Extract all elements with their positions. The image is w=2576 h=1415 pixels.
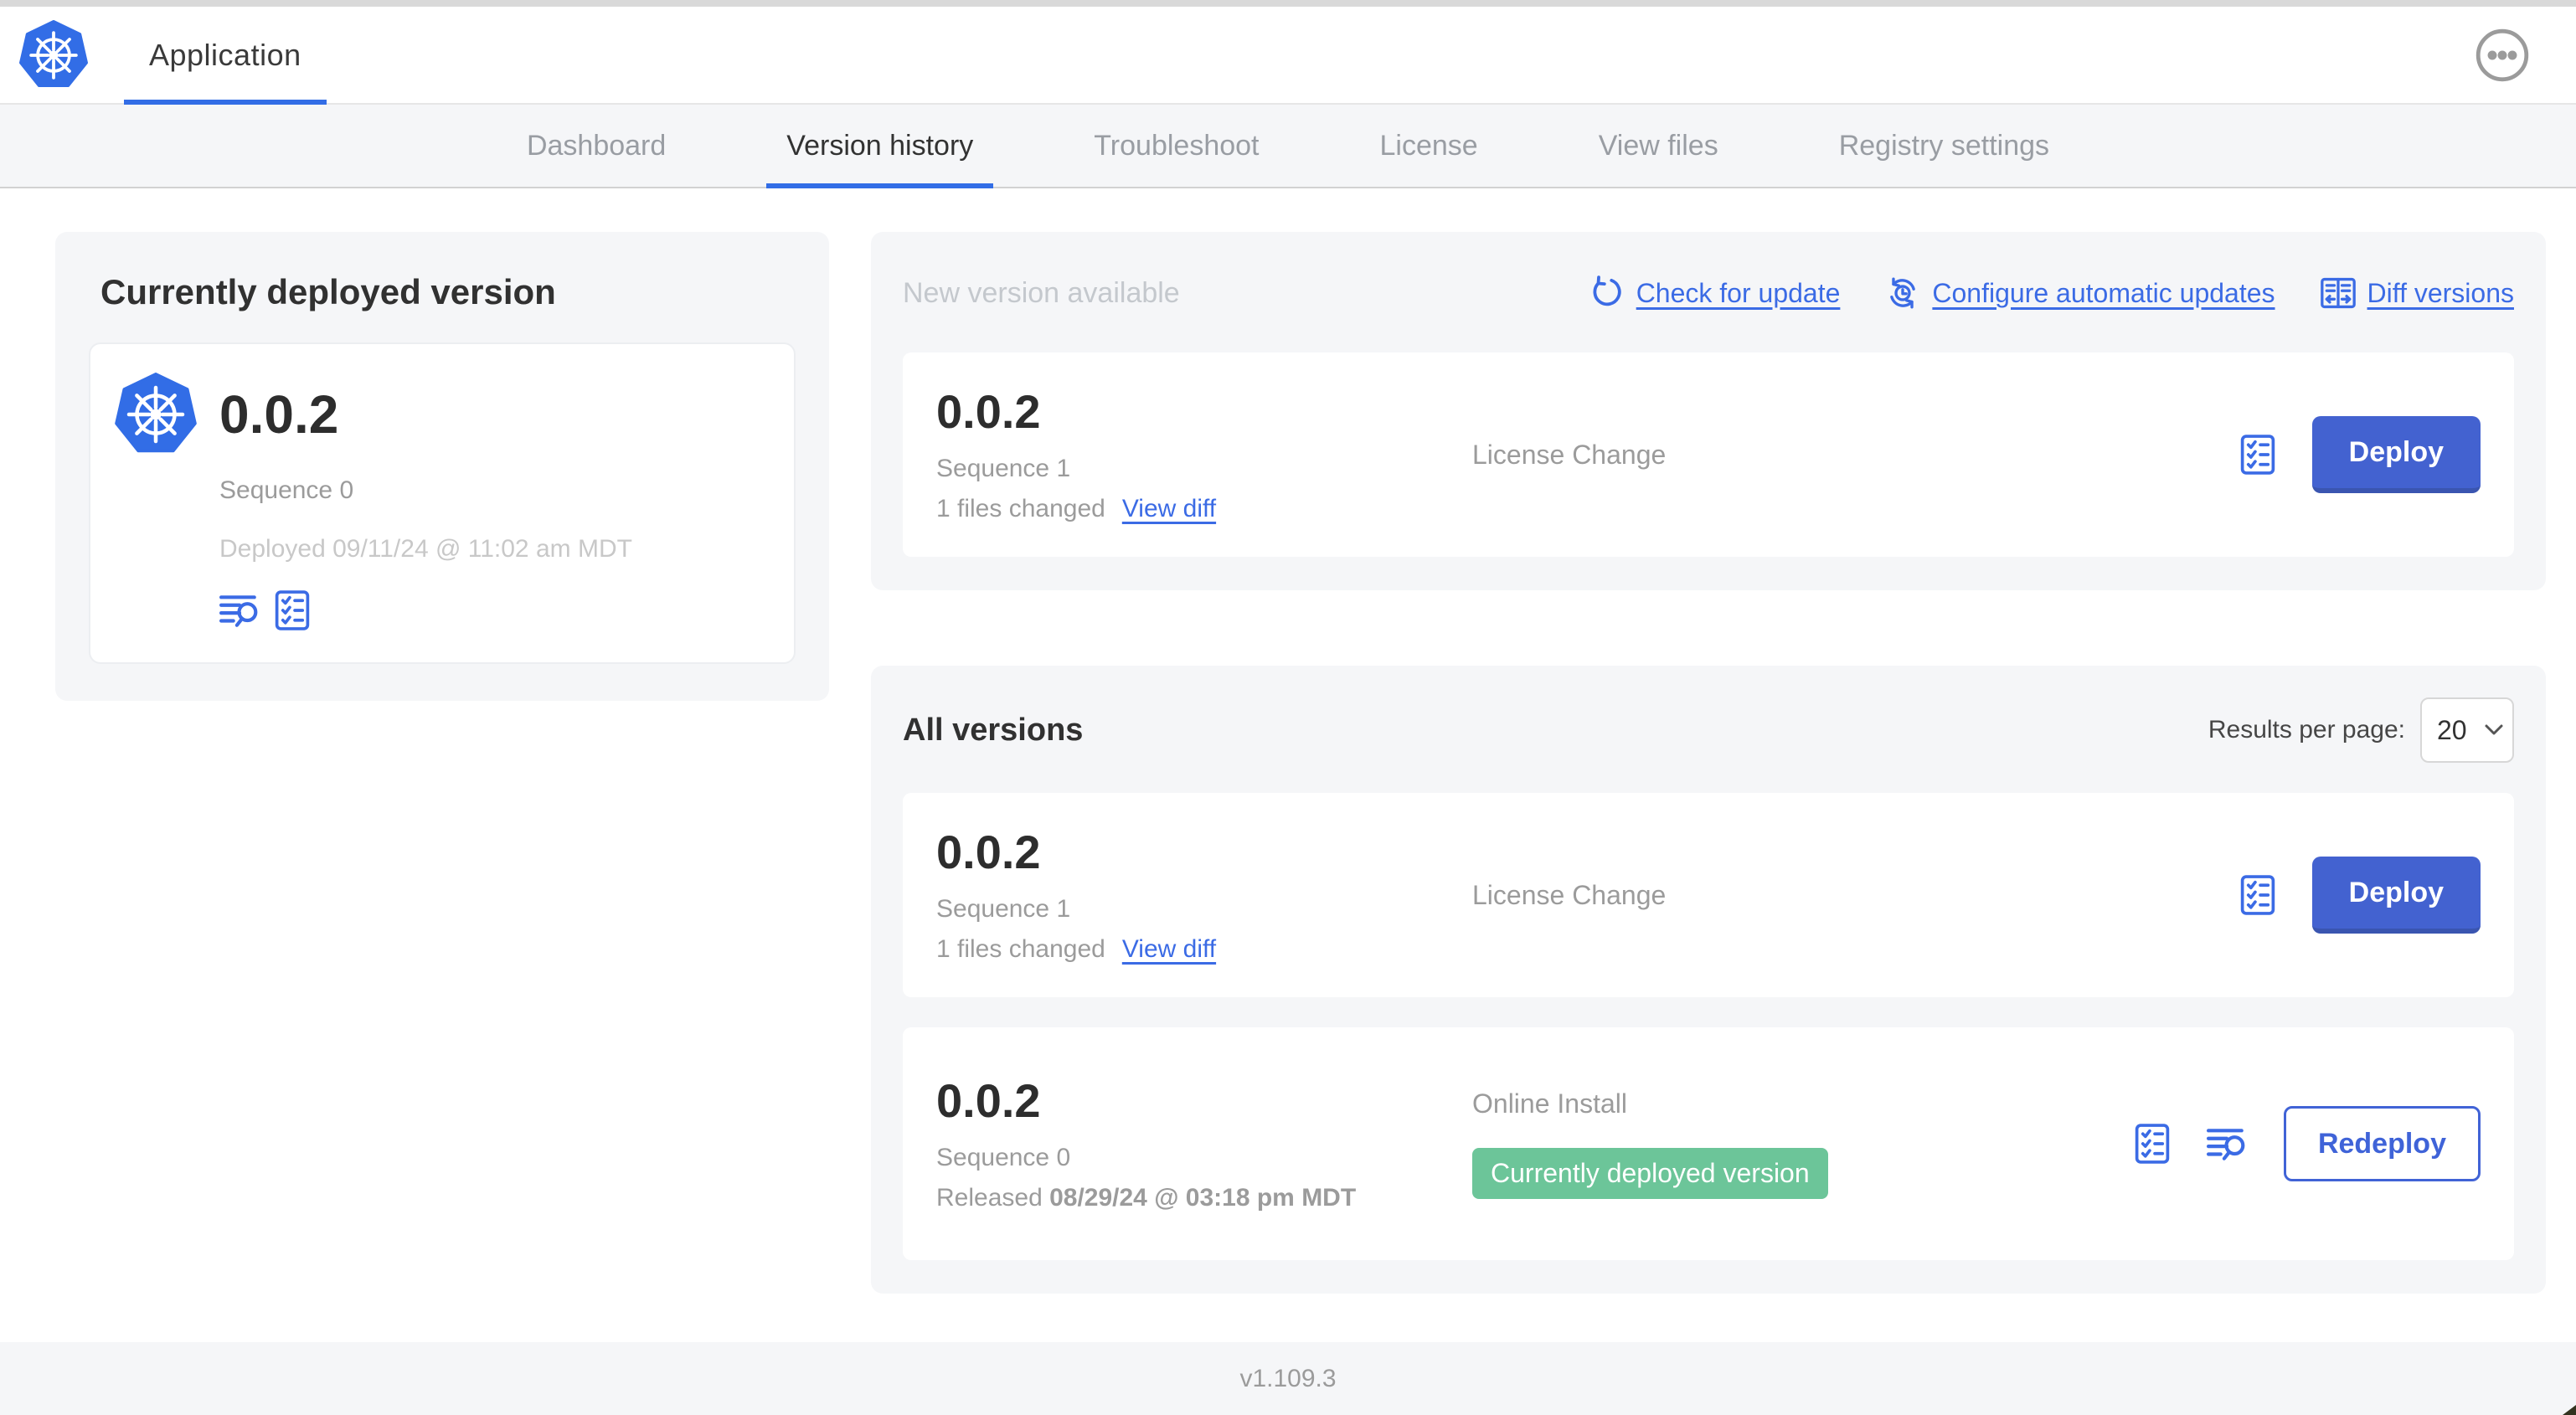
currently-deployed-badge: Currently deployed version <box>1472 1148 1828 1199</box>
app-tab[interactable]: Application <box>124 7 327 105</box>
version-history-page: Application Dashboard Version history Tr… <box>0 0 2576 1415</box>
results-per-page-select[interactable]: 20 <box>2420 697 2514 763</box>
version-actions: Redeploy <box>2135 1106 2481 1181</box>
app-subnav: Dashboard Version history Troubleshoot L… <box>0 105 2576 188</box>
release-notes-checklist-icon[interactable] <box>2135 1124 2170 1164</box>
version-info: 0.0.2 Sequence 1 1 files changed View di… <box>936 826 1472 964</box>
corner-artifact <box>2563 1405 2576 1415</box>
deploy-button[interactable]: Deploy <box>2311 416 2481 493</box>
app-footer: v1.109.3 <box>0 1342 2576 1415</box>
diff-versions-link[interactable]: Diff versions <box>2320 275 2514 311</box>
files-changed-label: 1 files changed <box>936 495 1105 522</box>
tab-license[interactable]: License <box>1360 105 1498 187</box>
currently-deployed-panel: Currently deployed version 0.0.2 Sequenc… <box>55 232 829 701</box>
all-versions-title: All versions <box>903 712 1084 748</box>
app-tab-active-underline <box>124 100 327 105</box>
diff-versions-label: Diff versions <box>2367 277 2514 308</box>
files-changed-label: 1 files changed <box>936 935 1105 963</box>
app-tab-label: Application <box>149 37 301 72</box>
new-version-card: 0.0.2 Sequence 1 1 files changed View di… <box>903 352 2514 557</box>
current-version-number: 0.0.2 <box>219 384 339 445</box>
version-sequence: Sequence 1 <box>936 895 1071 923</box>
main-content: Currently deployed version 0.0.2 Sequenc… <box>0 188 2576 1342</box>
split-diff-icon <box>2320 277 2356 309</box>
version-actions: Deploy <box>2240 416 2481 493</box>
current-sequence: Sequence 0 <box>219 476 354 504</box>
configure-automatic-updates-label: Configure automatic updates <box>1932 277 2275 308</box>
currently-deployed-info: 0.0.2 Sequence 0 Deployed 09/11/24 @ 11:… <box>219 373 632 630</box>
current-version-actions <box>219 590 632 630</box>
check-for-update-label: Check for update <box>1636 277 1841 308</box>
version-sequence: Sequence 1 <box>936 455 1071 482</box>
results-per-page: Results per page: 20 <box>2208 697 2514 763</box>
new-version-title: New version available <box>903 276 1180 309</box>
released-prefix: Released <box>936 1184 1050 1212</box>
clock-refresh-icon <box>1890 277 1916 309</box>
currently-deployed-title: Currently deployed version <box>100 272 556 311</box>
new-version-header: New version available Check for update C… <box>903 264 2514 322</box>
version-source: Online Install Currently deployed versio… <box>1472 1088 2135 1199</box>
results-per-page-label: Results per page: <box>2208 716 2405 744</box>
release-notes-checklist-icon[interactable] <box>275 590 310 630</box>
files-changed-row: 1 files changed View diff <box>936 495 1472 523</box>
version-source: License Change <box>1472 440 2240 471</box>
console-version: v1.109.3 <box>1239 1364 1337 1392</box>
deploy-button[interactable]: Deploy <box>2311 857 2481 934</box>
version-sequence: Sequence 0 <box>936 1144 1071 1171</box>
results-per-page-select-wrap: 20 <box>2420 697 2514 763</box>
version-number: 0.0.2 <box>936 1074 1041 1127</box>
new-version-panel: New version available Check for update C… <box>871 232 2546 590</box>
released-date: 08/29/24 @ 03:18 pm MDT <box>1049 1184 1357 1212</box>
version-actions: Deploy <box>2240 857 2481 934</box>
source-label: License Change <box>1472 439 1667 470</box>
source-label: Online Install <box>1472 1088 1627 1119</box>
version-info: 0.0.2 Sequence 1 1 files changed View di… <box>936 386 1472 523</box>
all-versions-header: All versions Results per page: 20 <box>903 697 2514 763</box>
current-deployed-timestamp: Deployed 09/11/24 @ 11:02 am MDT <box>219 535 632 563</box>
check-for-update-link[interactable]: Check for update <box>1589 275 1841 311</box>
refresh-icon <box>1593 275 1621 306</box>
logs-icon[interactable] <box>2207 1125 2247 1162</box>
redeploy-button[interactable]: Redeploy <box>2283 1106 2481 1181</box>
app-header: Application <box>0 7 2576 105</box>
version-row: 0.0.2 Sequence 1 1 files changed View di… <box>903 793 2514 997</box>
right-column: New version available Check for update C… <box>871 232 2546 1294</box>
view-diff-link[interactable]: View diff <box>1122 495 1216 523</box>
tab-registry-settings[interactable]: Registry settings <box>1819 105 2069 187</box>
configure-automatic-updates-link[interactable]: Configure automatic updates <box>1885 275 2275 311</box>
tab-troubleshoot[interactable]: Troubleshoot <box>1074 105 1279 187</box>
version-row: 0.0.2 Sequence 0 Released 08/29/24 @ 03:… <box>903 1027 2514 1260</box>
more-menu-icon[interactable] <box>2476 28 2529 82</box>
source-label: License Change <box>1472 879 1667 910</box>
released-timestamp: Released 08/29/24 @ 03:18 pm MDT <box>936 1184 1472 1212</box>
release-notes-checklist-icon[interactable] <box>2240 875 2275 915</box>
all-versions-panel: All versions Results per page: 20 0.0.2 … <box>871 666 2546 1294</box>
kubernetes-logo-icon <box>18 19 89 87</box>
files-changed-row: 1 files changed View diff <box>936 935 1472 964</box>
view-diff-link[interactable]: View diff <box>1122 935 1216 964</box>
version-number: 0.0.2 <box>936 826 1041 878</box>
logs-icon[interactable] <box>219 592 260 629</box>
tab-version-history[interactable]: Version history <box>766 105 994 188</box>
tab-dashboard[interactable]: Dashboard <box>507 105 686 187</box>
top-strip <box>0 0 2576 7</box>
release-notes-checklist-icon[interactable] <box>2240 435 2275 475</box>
currently-deployed-card: 0.0.2 Sequence 0 Deployed 09/11/24 @ 11:… <box>89 342 796 664</box>
kubernetes-app-icon <box>114 373 198 456</box>
update-links: Check for update Configure automatic upd… <box>1589 275 2514 311</box>
tab-view-files[interactable]: View files <box>1579 105 1739 187</box>
version-source: License Change <box>1472 880 2240 911</box>
version-number: 0.0.2 <box>936 385 1041 438</box>
version-info: 0.0.2 Sequence 0 Released 08/29/24 @ 03:… <box>936 1075 1472 1212</box>
